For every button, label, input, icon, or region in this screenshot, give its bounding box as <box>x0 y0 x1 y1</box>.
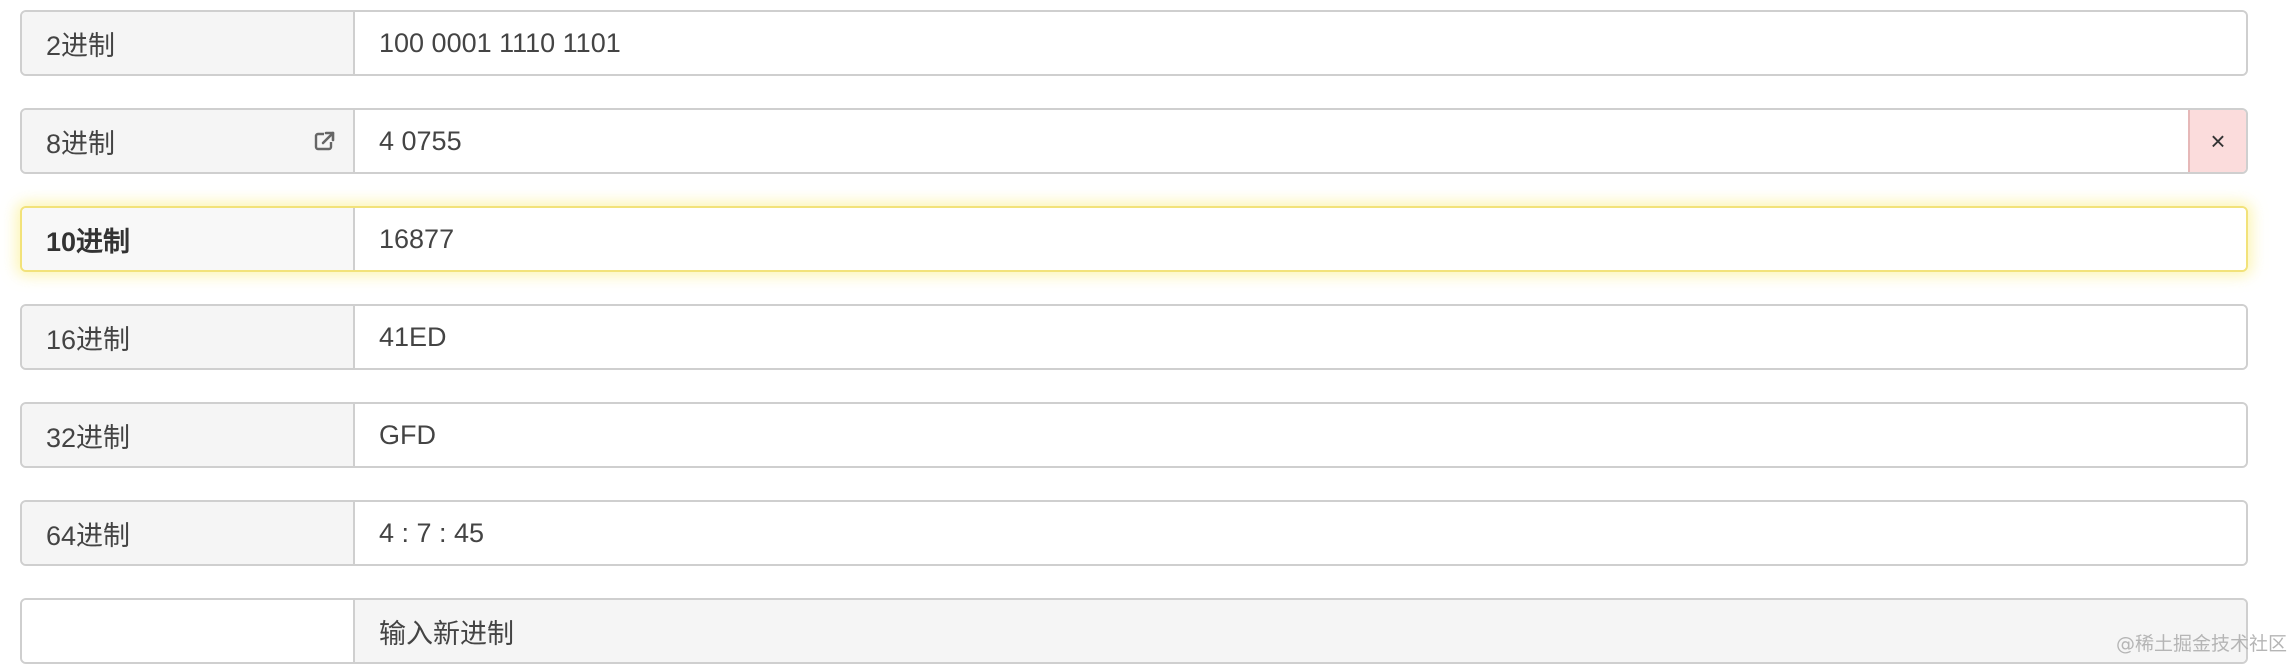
row-label: 32进制 <box>22 404 355 466</box>
value-input-base-64[interactable]: 4 : 7 : 45 <box>355 502 2246 564</box>
row-label: 2进制 <box>22 12 355 74</box>
value-input-base-32[interactable]: GFD <box>355 404 2246 466</box>
row-label-text: 64进制 <box>46 520 131 551</box>
new-base-label[interactable] <box>22 600 355 662</box>
value-input-base-10[interactable]: 16877 <box>355 208 2246 270</box>
external-link-icon[interactable] <box>313 129 337 153</box>
row-label-text: 8进制 <box>46 128 116 159</box>
row-base-8: 8进制 4 0755 × <box>20 108 2248 174</box>
row-base-2: 2进制 100 0001 1110 1101 <box>20 10 2248 76</box>
row-label: 16进制 <box>22 306 355 368</box>
base-converter-list: 2进制 100 0001 1110 1101 8进制 4 0755 × 10进制… <box>20 10 2248 664</box>
row-base-64: 64进制 4 : 7 : 45 <box>20 500 2248 566</box>
new-base-input[interactable]: 输入新进制 <box>355 600 2246 662</box>
row-base-10: 10进制 16877 <box>20 206 2248 272</box>
row-label: 10进制 <box>22 208 355 270</box>
value-input-base-16[interactable]: 41ED <box>355 306 2246 368</box>
row-base-16: 16进制 41ED <box>20 304 2248 370</box>
value-input-base-8[interactable]: 4 0755 <box>355 110 2188 172</box>
row-label: 8进制 <box>22 110 355 172</box>
row-label-text: 2进制 <box>46 30 116 61</box>
row-new-base: 输入新进制 <box>20 598 2248 664</box>
row-base-32: 32进制 GFD <box>20 402 2248 468</box>
row-label: 64进制 <box>22 502 355 564</box>
value-input-base-2[interactable]: 100 0001 1110 1101 <box>355 12 2246 74</box>
row-label-text: 32进制 <box>46 422 131 453</box>
watermark: @稀土掘金技术社区 <box>2115 633 2287 655</box>
clear-button[interactable]: × <box>2188 110 2246 172</box>
row-label-text: 16进制 <box>46 324 131 355</box>
row-label-text: 10进制 <box>46 226 131 257</box>
